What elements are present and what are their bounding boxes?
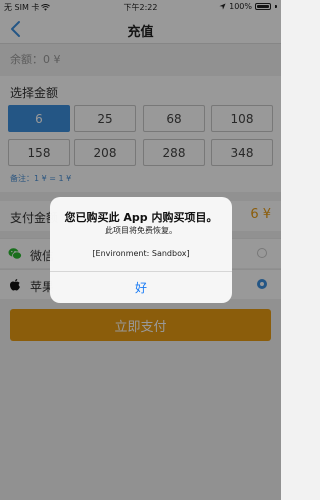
alert-title: 您已购买此 App 内购买项目。: [64, 211, 218, 224]
purchase-alert: 您已购买此 App 内购买项目。 此项目将免费恢复。 [Environment:…: [50, 197, 232, 303]
alert-environment: [Environment: Sandbox]: [92, 249, 190, 258]
alert-ok-button[interactable]: 好: [50, 272, 232, 303]
alert-message: 此项目将免费恢复。: [105, 226, 177, 235]
